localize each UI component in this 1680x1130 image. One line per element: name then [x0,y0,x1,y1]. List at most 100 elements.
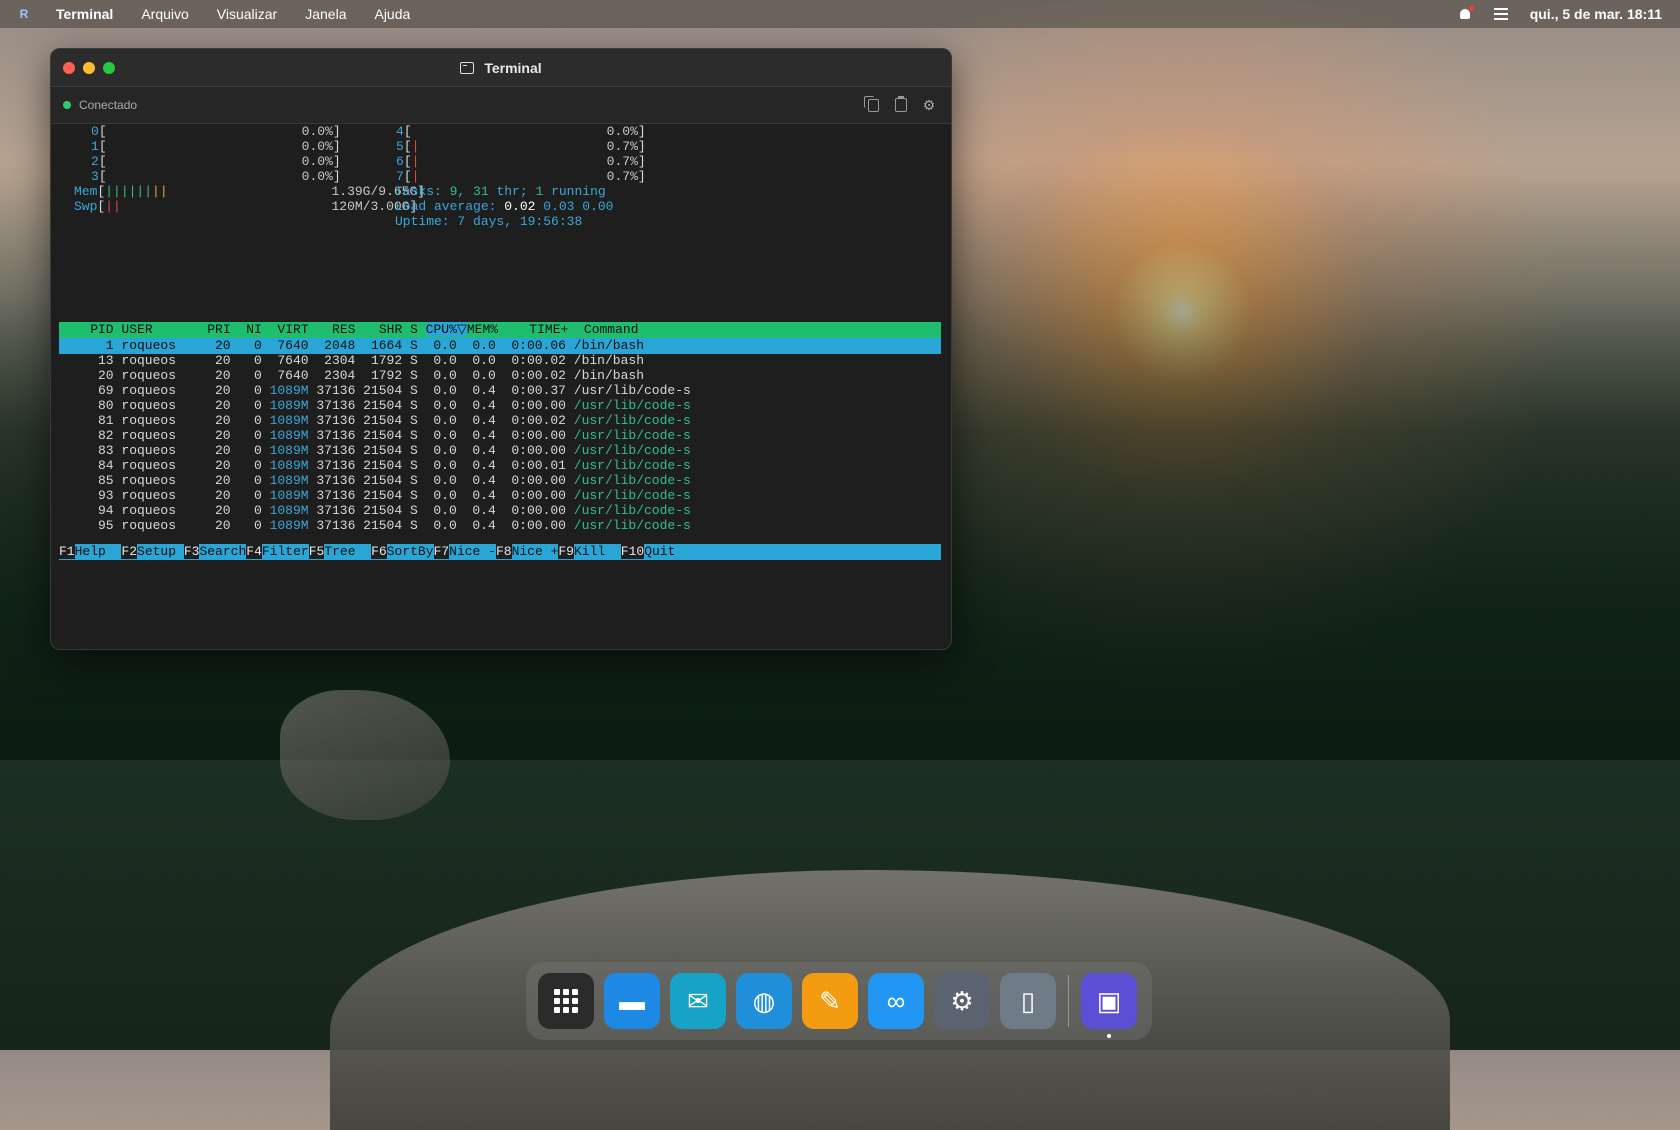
fkey-label[interactable]: Help [75,544,122,559]
process-row[interactable]: 95 roqueos 20 0 1089M 37136 21504 S 0.0 0.4 0:00… [59,518,941,534]
menu-arquivo[interactable]: Arquivo [141,6,188,22]
process-row[interactable]: 82 roqueos 20 0 1089M 37136 21504 S 0.0 0.4 0:00… [59,428,941,444]
fkey-f9[interactable]: F9 [558,544,574,559]
process-mem: 0.4 [472,488,496,503]
process-row[interactable]: 85 roqueos 20 0 1089M 37136 21504 S 0.0 0.4 0:00… [59,473,941,489]
process-time: 0:00.02 [511,368,566,383]
process-row[interactable]: 1 roqueos 20 0 7640 2048 1664 S 0.0 0.0 0:00.06 … [59,338,941,354]
header-columns[interactable]: PID USER PRI NI VIRT RES SHR S [59,322,426,337]
dock-settings[interactable]: ⚙ [934,973,990,1029]
process-user: roqueos [121,488,177,503]
process-res: 37136 [316,398,356,413]
fkey-f6[interactable]: F6 [371,544,387,559]
process-virt: 1089M [269,398,309,413]
process-res: 2304 [324,353,356,368]
process-row[interactable]: 20 roqueos 20 0 7640 2304 1792 S 0.0 0.0 0:00.02… [59,368,941,384]
process-cpu: 0.0 [433,488,457,503]
fkey-label[interactable]: Setup [137,544,184,559]
header-columns-rest[interactable]: MEM% TIME+ Command [467,322,639,337]
fkey-f4[interactable]: F4 [246,544,262,559]
cpu-meter-6: 6[| 0.7%] [396,154,646,169]
process-cpu: 0.0 [433,518,457,533]
process-shr: 21504 [363,383,403,398]
process-mem: 0.4 [472,503,496,518]
process-row[interactable]: 69 roqueos 20 0 1089M 37136 21504 S 0.0 0.4 0:00… [59,383,941,399]
process-mem: 0.4 [472,383,496,398]
fkey-f2[interactable]: F2 [121,544,138,559]
fkey-label[interactable]: Nice - [449,544,496,559]
process-mem: 0.4 [472,398,496,413]
fkey-label[interactable]: Quit [644,544,675,559]
minimize-button[interactable] [83,61,95,74]
process-pid: 82 [97,428,114,443]
dock-notes[interactable]: ✎ [802,973,858,1029]
process-virt: 1089M [269,458,309,473]
dock-terminal[interactable]: ▣ [1081,973,1137,1038]
process-cmd: /usr/lib/code-s [573,488,691,503]
process-virt: 1089M [269,443,309,458]
notification-badge [1468,6,1474,11]
fkey-label[interactable]: SortBy [387,544,434,559]
fkey-label[interactable]: Kill [574,544,621,559]
menu-ajuda[interactable]: Ajuda [374,6,410,22]
process-s: S [409,338,418,353]
dock-links[interactable]: ∞ [868,973,924,1029]
copy-icon [863,95,879,112]
menu-app-terminal[interactable]: Terminal [56,6,113,22]
dock-messages[interactable]: ✉ [670,973,726,1029]
fkey-f3[interactable]: F3 [183,544,200,559]
process-mem: 0.4 [472,428,496,443]
os-logo-icon[interactable]: R [16,6,32,22]
process-time: 0:00.02 [511,413,566,428]
menu-clock[interactable]: qui., 5 de mar. 18:11 [1530,6,1662,22]
process-cmd: /usr/lib/code-s [573,473,691,488]
copy-button[interactable] [863,95,881,113]
tasks-info: Tasks: 9, 31 thr; 1 running [395,184,606,199]
process-s: S [409,428,418,443]
menu-visualizar[interactable]: Visualizar [217,6,277,22]
process-row[interactable]: 93 roqueos 20 0 1089M 37136 21504 S 0.0 0.4 0:00… [59,488,941,504]
process-shr: 21504 [363,428,403,443]
window-title: Terminal [51,49,951,86]
process-virt: 1089M [269,428,309,443]
dock-files[interactable]: ▬ [604,973,660,1029]
process-ni: 0 [253,413,262,428]
window-titlebar[interactable]: Terminal [51,49,951,87]
header-cpu-sorted[interactable]: CPU%▽ [425,322,467,337]
process-pid: 93 [97,488,114,503]
fkey-label[interactable]: Tree [324,544,371,559]
fkey-label[interactable]: Filter [262,544,309,559]
close-button[interactable] [63,61,75,74]
process-pid: 80 [97,398,114,413]
process-row[interactable]: 80 roqueos 20 0 1089M 37136 21504 S 0.0 0.4 0:00… [59,398,941,414]
cpu-meter-7: 7[| 0.7%] [396,169,646,184]
fkey-label[interactable]: Nice + [512,544,559,559]
terminal-settings-button[interactable]: ⚙ [921,97,937,113]
process-table-header[interactable]: PID USER PRI NI VIRT RES SHR S CPU%▽MEM%… [59,322,941,338]
note-icon: ✎ [819,985,841,1016]
maximize-button[interactable] [103,61,115,74]
process-row[interactable]: 13 roqueos 20 0 7640 2304 1792 S 0.0 0.0 0:00.02… [59,353,941,369]
process-cmd: /bin/bash [573,338,644,353]
notification-bell-icon[interactable] [1458,6,1474,21]
fkey-f10[interactable]: F10 [620,544,645,559]
dock-app-grid[interactable] [538,973,594,1029]
control-center-icon[interactable] [1493,8,1508,20]
process-row[interactable]: 84 roqueos 20 0 1089M 37136 21504 S 0.0 0.4 0:00… [59,458,941,474]
dock-browser[interactable]: ◍ [736,973,792,1029]
fkey-f7[interactable]: F7 [433,544,450,559]
process-row[interactable]: 94 roqueos 20 0 1089M 37136 21504 S 0.0 0.4 0:00… [59,503,941,519]
fkey-label[interactable]: Search [199,544,246,559]
terminal-output[interactable]: 0[ 0.0%] 1[ 0.0%] 2[ 0.0%] 3[ 0.0%] 4[ 0.0%]… [59,124,945,644]
menu-bar: R Terminal Arquivo Visualizar Janela Aju… [0,0,1680,28]
process-row[interactable]: 83 roqueos 20 0 1089M 37136 21504 S 0.0 0.4 0:00… [59,443,941,459]
dock-trash[interactable]: ▯ [1000,973,1056,1029]
process-row[interactable]: 81 roqueos 20 0 1089M 37136 21504 S 0.0 0.4 0:00… [59,413,941,429]
menu-janela[interactable]: Janela [305,6,346,22]
fkey-f5[interactable]: F5 [308,544,325,559]
process-ni: 0 [253,428,262,443]
fkey-f1[interactable]: F1 [59,544,75,559]
paste-button[interactable] [893,96,909,113]
process-pid: 81 [97,413,114,428]
fkey-f8[interactable]: F8 [495,544,512,559]
